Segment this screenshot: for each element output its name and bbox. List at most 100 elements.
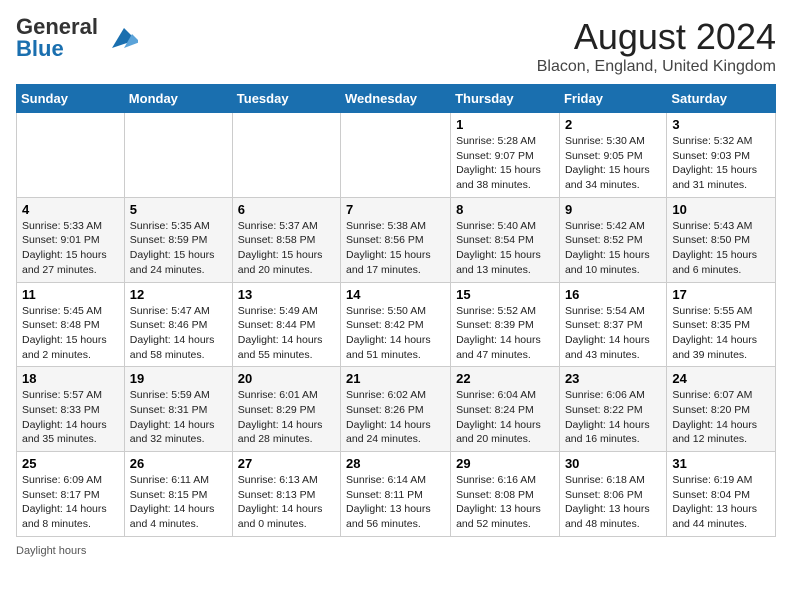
calendar-cell: 20Sunrise: 6:01 AM Sunset: 8:29 PM Dayli… [232,367,340,452]
calendar-cell: 7 Sunrise: 5:38 AM Sunset: 8:56 PM Daylig… [341,197,451,282]
day-info: Sunrise: 5:28 AM Sunset: 9:07 PM Dayligh… [456,134,554,193]
day-info: Sunrise: 6:06 AM Sunset: 8:22 PM Dayligh… [565,388,661,447]
day-number: 23 [565,371,661,386]
calendar-week-row: 25 Sunrise: 6:09 AM Sunset: 8:17 PM Dayli… [17,452,776,537]
day-number: 21 [346,371,445,386]
day-number: 31 [672,456,770,471]
day-info: Sunrise: 5:59 AM Sunset: 8:31 PM Dayligh… [130,388,227,447]
day-info: Sunrise: 5:49 AM Sunset: 8:44 PM Dayligh… [238,304,335,363]
day-number: 25 [22,456,119,471]
day-info: Sunrise: 5:42 AM Sunset: 8:52 PM Dayligh… [565,219,661,278]
day-of-week-header: Thursday [451,85,560,113]
day-number: 11 [22,287,119,302]
calendar-cell [341,113,451,198]
calendar-cell: 16Sunrise: 5:54 AM Sunset: 8:37 PM Dayli… [559,282,666,367]
day-of-week-header: Sunday [17,85,125,113]
calendar-week-row: 11 Sunrise: 5:45 AM Sunset: 8:48 PM Dayli… [17,282,776,367]
calendar-cell: 22 Sunrise: 6:04 AM Sunset: 8:24 PM Dayli… [451,367,560,452]
day-number: 22 [456,371,554,386]
day-of-week-header: Wednesday [341,85,451,113]
day-info: Sunrise: 6:19 AM Sunset: 8:04 PM Dayligh… [672,473,770,532]
day-number: 10 [672,202,770,217]
calendar-cell: 6 Sunrise: 5:37 AM Sunset: 8:58 PM Daylig… [232,197,340,282]
day-of-week-header: Friday [559,85,666,113]
calendar-cell: 8Sunrise: 5:40 AM Sunset: 8:54 PM Daylig… [451,197,560,282]
day-info: Sunrise: 5:33 AM Sunset: 9:01 PM Dayligh… [22,219,119,278]
day-info: Sunrise: 5:54 AM Sunset: 8:37 PM Dayligh… [565,304,661,363]
location: Blacon, England, United Kingdom [537,58,776,76]
calendar-cell: 26 Sunrise: 6:11 AM Sunset: 8:15 PM Dayli… [124,452,232,537]
calendar-cell: 5Sunrise: 5:35 AM Sunset: 8:59 PM Daylig… [124,197,232,282]
day-info: Sunrise: 5:55 AM Sunset: 8:35 PM Dayligh… [672,304,770,363]
day-info: Sunrise: 6:02 AM Sunset: 8:26 PM Dayligh… [346,388,445,447]
daylight-label: Daylight hours [16,545,86,557]
calendar-cell: 13 Sunrise: 5:49 AM Sunset: 8:44 PM Dayli… [232,282,340,367]
day-number: 1 [456,117,554,132]
day-number: 2 [565,117,661,132]
day-info: Sunrise: 6:09 AM Sunset: 8:17 PM Dayligh… [22,473,119,532]
day-info: Sunrise: 6:11 AM Sunset: 8:15 PM Dayligh… [130,473,227,532]
logo-blue: Blue [16,36,64,61]
day-info: Sunrise: 6:04 AM Sunset: 8:24 PM Dayligh… [456,388,554,447]
calendar-cell: 15 Sunrise: 5:52 AM Sunset: 8:39 PM Dayli… [451,282,560,367]
day-info: Sunrise: 5:40 AM Sunset: 8:54 PM Dayligh… [456,219,554,278]
calendar-cell: 17 Sunrise: 5:55 AM Sunset: 8:35 PM Dayli… [667,282,776,367]
calendar-week-row: 4 Sunrise: 5:33 AM Sunset: 9:01 PM Daylig… [17,197,776,282]
day-number: 3 [672,117,770,132]
day-number: 29 [456,456,554,471]
day-info: Sunrise: 6:14 AM Sunset: 8:11 PM Dayligh… [346,473,445,532]
logo: General Blue [16,16,138,60]
day-number: 26 [130,456,227,471]
day-of-week-header: Tuesday [232,85,340,113]
calendar-cell: 1 Sunrise: 5:28 AM Sunset: 9:07 PM Daylig… [451,113,560,198]
day-info: Sunrise: 6:13 AM Sunset: 8:13 PM Dayligh… [238,473,335,532]
day-info: Sunrise: 6:01 AM Sunset: 8:29 PM Dayligh… [238,388,335,447]
day-number: 7 [346,202,445,217]
day-info: Sunrise: 5:35 AM Sunset: 8:59 PM Dayligh… [130,219,227,278]
calendar-week-row: 18Sunrise: 5:57 AM Sunset: 8:33 PM Dayli… [17,367,776,452]
calendar-cell: 9 Sunrise: 5:42 AM Sunset: 8:52 PM Daylig… [559,197,666,282]
day-number: 17 [672,287,770,302]
day-number: 12 [130,287,227,302]
calendar-cell: 3 Sunrise: 5:32 AM Sunset: 9:03 PM Daylig… [667,113,776,198]
calendar-cell: 2Sunrise: 5:30 AM Sunset: 9:05 PM Daylig… [559,113,666,198]
day-number: 19 [130,371,227,386]
day-number: 15 [456,287,554,302]
calendar-header-row: SundayMondayTuesdayWednesdayThursdayFrid… [17,85,776,113]
day-info: Sunrise: 5:37 AM Sunset: 8:58 PM Dayligh… [238,219,335,278]
title-area: August 2024 Blacon, England, United King… [537,16,776,76]
logo-icon [102,20,138,56]
day-number: 24 [672,371,770,386]
day-number: 14 [346,287,445,302]
footer: Daylight hours [16,545,776,557]
calendar-cell [232,113,340,198]
calendar-cell: 12Sunrise: 5:47 AM Sunset: 8:46 PM Dayli… [124,282,232,367]
day-number: 6 [238,202,335,217]
header: General Blue August 2024 Blacon, England… [16,16,776,76]
calendar-cell: 4 Sunrise: 5:33 AM Sunset: 9:01 PM Daylig… [17,197,125,282]
calendar-cell: 24 Sunrise: 6:07 AM Sunset: 8:20 PM Dayli… [667,367,776,452]
calendar-cell [17,113,125,198]
calendar-cell: 19 Sunrise: 5:59 AM Sunset: 8:31 PM Dayli… [124,367,232,452]
day-info: Sunrise: 5:50 AM Sunset: 8:42 PM Dayligh… [346,304,445,363]
day-info: Sunrise: 5:45 AM Sunset: 8:48 PM Dayligh… [22,304,119,363]
day-number: 4 [22,202,119,217]
calendar-cell: 31 Sunrise: 6:19 AM Sunset: 8:04 PM Dayli… [667,452,776,537]
calendar-cell: 29Sunrise: 6:16 AM Sunset: 8:08 PM Dayli… [451,452,560,537]
calendar-table: SundayMondayTuesdayWednesdayThursdayFrid… [16,84,776,537]
day-info: Sunrise: 6:07 AM Sunset: 8:20 PM Dayligh… [672,388,770,447]
day-info: Sunrise: 5:57 AM Sunset: 8:33 PM Dayligh… [22,388,119,447]
logo-text: General Blue [16,16,98,60]
day-info: Sunrise: 5:52 AM Sunset: 8:39 PM Dayligh… [456,304,554,363]
calendar-week-row: 1 Sunrise: 5:28 AM Sunset: 9:07 PM Daylig… [17,113,776,198]
calendar-cell: 27 Sunrise: 6:13 AM Sunset: 8:13 PM Dayli… [232,452,340,537]
day-of-week-header: Saturday [667,85,776,113]
day-info: Sunrise: 5:38 AM Sunset: 8:56 PM Dayligh… [346,219,445,278]
day-number: 9 [565,202,661,217]
calendar-cell: 18Sunrise: 5:57 AM Sunset: 8:33 PM Dayli… [17,367,125,452]
day-number: 30 [565,456,661,471]
calendar-cell: 21 Sunrise: 6:02 AM Sunset: 8:26 PM Dayli… [341,367,451,452]
day-number: 13 [238,287,335,302]
day-number: 27 [238,456,335,471]
day-info: Sunrise: 5:32 AM Sunset: 9:03 PM Dayligh… [672,134,770,193]
